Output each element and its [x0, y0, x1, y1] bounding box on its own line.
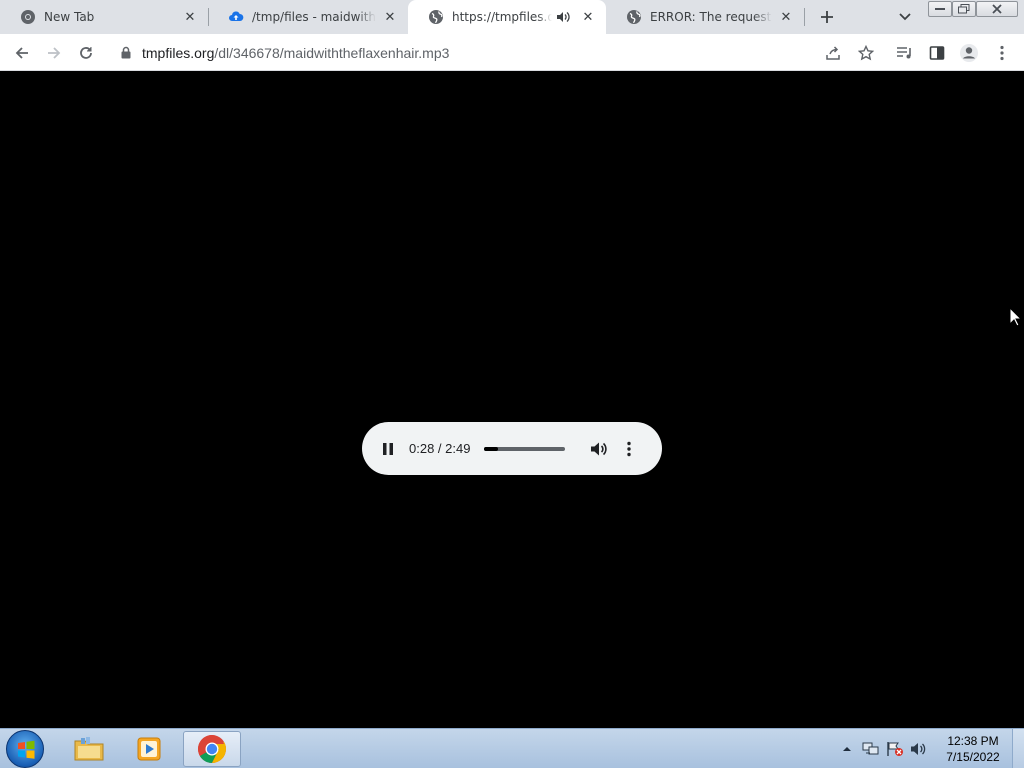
share-icon — [826, 46, 840, 60]
taskbar-chrome[interactable] — [183, 731, 241, 767]
avatar-icon — [960, 44, 978, 62]
chevron-down-icon — [899, 13, 911, 21]
close-tab-icon[interactable]: ✕ — [182, 9, 198, 25]
media-controls-button[interactable] — [892, 40, 918, 66]
seek-slider[interactable] — [484, 446, 566, 451]
arrow-left-icon — [15, 47, 28, 59]
tab-title: New Tab — [44, 10, 95, 24]
close-tab-icon[interactable]: ✕ — [778, 9, 794, 25]
media-player-icon — [137, 737, 161, 761]
volume-icon — [591, 442, 608, 455]
tab-new-tab[interactable]: New Tab ✕ — [0, 0, 208, 34]
share-button[interactable] — [820, 40, 846, 66]
bookmark-button[interactable] — [853, 40, 879, 66]
chevron-up-icon[interactable] — [842, 746, 852, 752]
audio-playing-icon[interactable] — [556, 11, 570, 23]
forward-button[interactable] — [41, 40, 67, 66]
time-display: 0:28 / 2:49 — [409, 441, 471, 456]
address-bar[interactable]: tmpfiles.org/dl/346678/maidwiththeflaxen… — [108, 37, 884, 68]
close-icon — [992, 4, 1002, 14]
tab-tmp-files[interactable]: /tmp/files - maidwiththeflaxenhair.mp3 ✕ — [208, 0, 408, 34]
folder-icon — [74, 737, 104, 761]
clock-date: 7/15/2022 — [946, 750, 1000, 764]
side-panel-button[interactable] — [924, 40, 950, 66]
chrome-icon — [198, 735, 226, 763]
reload-icon — [80, 47, 92, 59]
system-tray — [842, 729, 928, 768]
browser-toolbar: tmpfiles.org/dl/346678/maidwiththeflaxen… — [0, 34, 1024, 71]
restore-button[interactable] — [952, 1, 976, 17]
action-center-flag-icon[interactable] — [886, 741, 904, 757]
network-icon[interactable] — [862, 741, 880, 757]
clock-time: 12:38 PM — [947, 734, 999, 748]
windows-logo-icon — [18, 740, 35, 759]
menu-button[interactable] — [989, 40, 1015, 66]
plus-icon — [821, 11, 833, 23]
url-host: tmpfiles.org — [142, 44, 215, 61]
tab-title: ERROR: The requested URL could not be re… — [650, 10, 772, 24]
arrow-right-icon — [48, 47, 61, 59]
show-desktop-button[interactable] — [1012, 729, 1024, 768]
start-button[interactable] — [6, 730, 44, 768]
profile-button[interactable] — [956, 40, 982, 66]
seek-progress — [484, 446, 498, 451]
speaker-icon[interactable] — [910, 741, 928, 757]
pause-icon — [383, 442, 393, 455]
chrome-icon — [20, 9, 36, 25]
taskbar-explorer[interactable] — [60, 731, 118, 767]
mouse-cursor-icon — [1009, 307, 1023, 327]
tab-strip: New Tab ✕ /tmp/files - maidwiththeflaxen… — [0, 0, 1024, 34]
more-options-button[interactable] — [621, 439, 637, 459]
media-viewer: 0:28 / 2:49 — [0, 71, 1024, 728]
url-path: /dl/346678/maidwiththeflaxenhair.mp3 — [214, 44, 450, 61]
reload-button[interactable] — [73, 40, 99, 66]
pause-button[interactable] — [380, 441, 396, 457]
url-text[interactable]: tmpfiles.org/dl/346678/maidwiththeflaxen… — [142, 45, 449, 61]
tab-search-button[interactable] — [896, 8, 914, 26]
volume-button[interactable] — [589, 439, 609, 459]
tab-title: /tmp/files - maidwiththeflaxenhair.mp3 — [252, 10, 376, 24]
minimize-icon — [935, 8, 945, 10]
taskbar: 12:38 PM 7/15/2022 — [0, 728, 1024, 768]
tab-title: https://tmpfiles.org/dl/346678/maidwitht… — [452, 10, 552, 24]
globe-icon — [428, 9, 444, 25]
star-icon — [858, 45, 874, 61]
lock-icon[interactable] — [120, 46, 132, 60]
close-window-button[interactable] — [976, 1, 1018, 17]
close-tab-icon[interactable]: ✕ — [580, 9, 596, 25]
tab-separator — [804, 8, 805, 26]
cloud-upload-icon — [228, 9, 244, 25]
media-queue-icon — [897, 47, 911, 59]
side-panel-icon — [929, 46, 945, 60]
globe-icon — [626, 9, 642, 25]
back-button[interactable] — [9, 40, 35, 66]
tab-audio-file[interactable]: https://tmpfiles.org/dl/346678/maidwitht… — [408, 0, 606, 34]
new-tab-button[interactable] — [816, 6, 838, 28]
kebab-menu-icon — [1000, 45, 1004, 61]
minimize-button[interactable] — [928, 1, 952, 17]
restore-icon — [958, 4, 970, 14]
system-clock[interactable]: 12:38 PM 7/15/2022 — [940, 733, 1006, 765]
kebab-menu-icon — [627, 441, 632, 456]
audio-player[interactable]: 0:28 / 2:49 — [362, 422, 662, 475]
close-tab-icon[interactable]: ✕ — [382, 9, 398, 25]
tab-error[interactable]: ERROR: The requested URL could not be re… — [606, 0, 804, 34]
taskbar-media-player[interactable] — [120, 731, 178, 767]
